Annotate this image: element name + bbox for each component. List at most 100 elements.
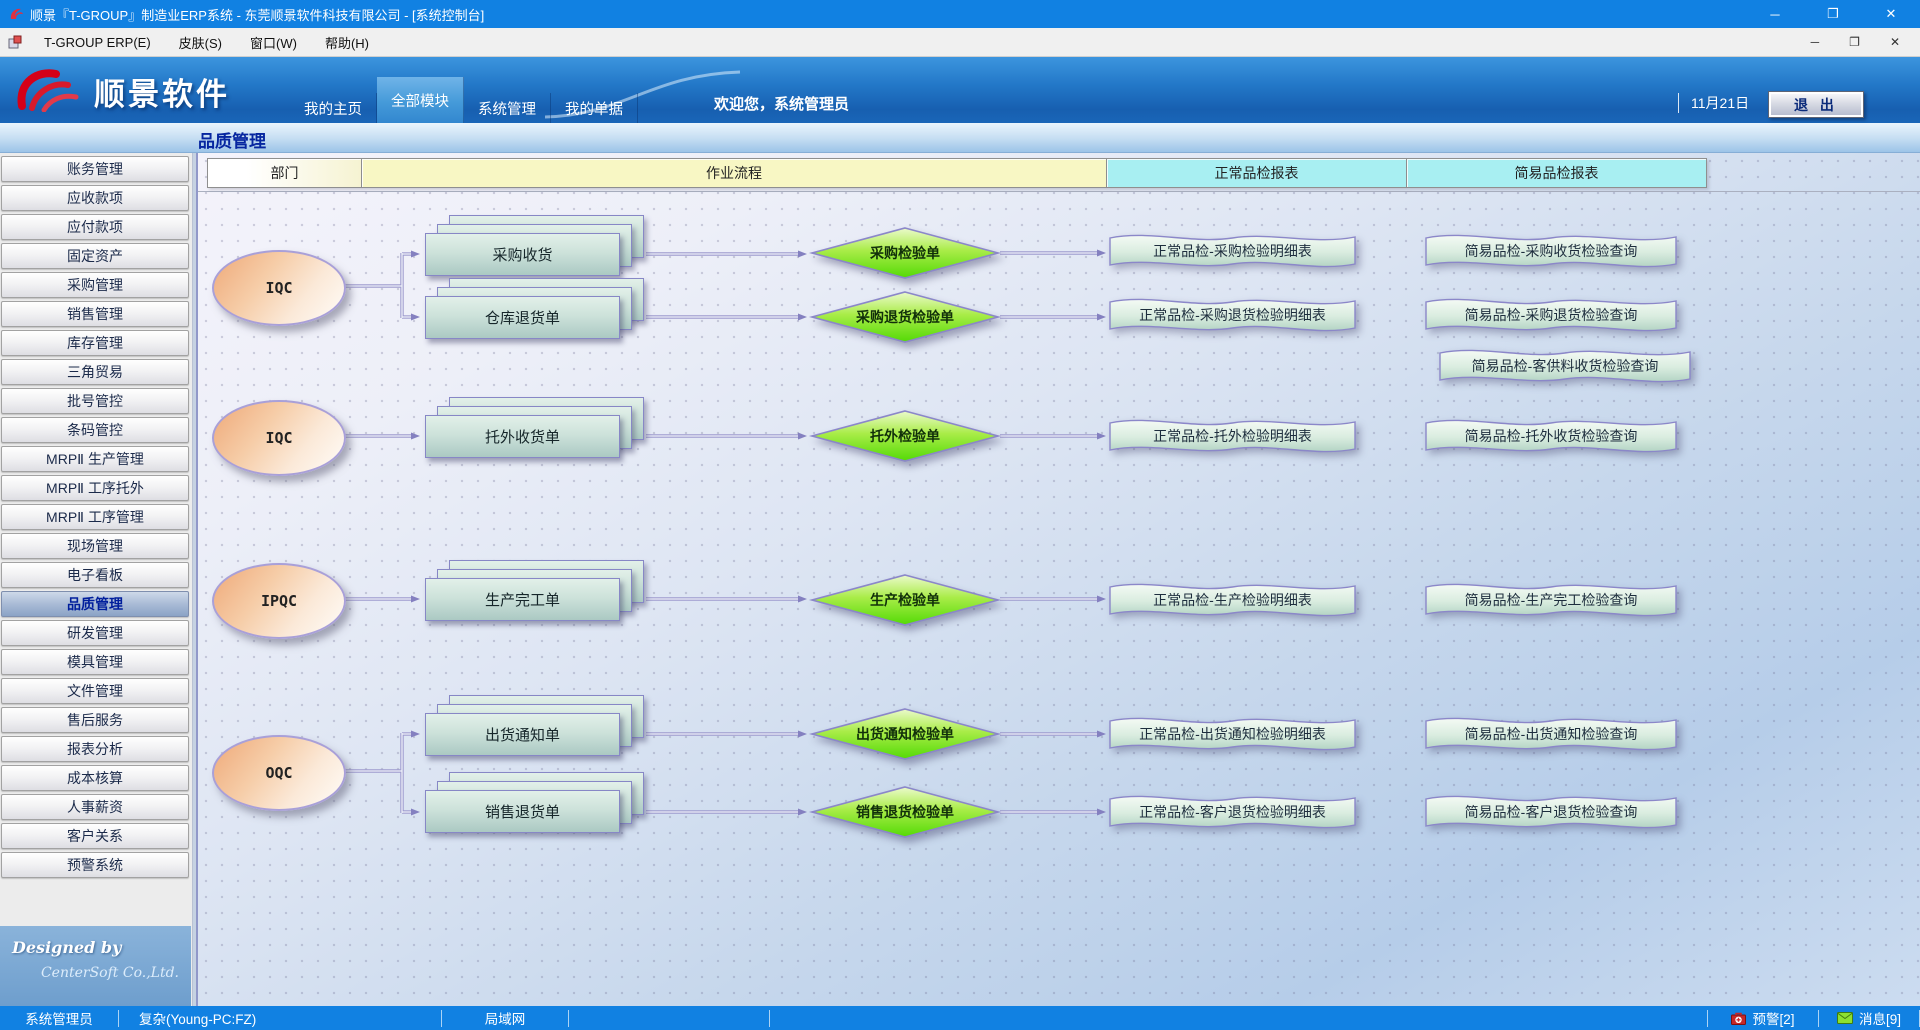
sidebar-item[interactable]: 电子看板	[1, 562, 189, 588]
sidebar-item[interactable]: 固定资产	[1, 243, 189, 269]
flow-check-diamond[interactable]: 出货通知检验单	[810, 708, 1000, 760]
sidebar-list: 账务管理应收款项应付款项固定资产采购管理销售管理库存管理三角贸易批号管控条码管控…	[1, 156, 189, 881]
board-col-workflow: 作业流程	[362, 158, 1107, 188]
page-title: 品质管理	[198, 127, 266, 152]
sidebar-item[interactable]: MRPⅡ 生产管理	[1, 446, 189, 472]
sidebar-item[interactable]: MRPⅡ 工序管理	[1, 504, 189, 530]
sidebar-item[interactable]: MRPⅡ 工序托外	[1, 475, 189, 501]
flow-check-diamond[interactable]: 销售退货检验单	[810, 786, 1000, 838]
flow-process-box[interactable]: 出货通知单	[425, 713, 620, 756]
statusbar: 系统管理员 复杂(Young-PC:FZ) 局域网 预警[2] 消息[9]	[0, 1006, 1920, 1030]
menubar-item[interactable]: T-GROUP ERP(E)	[30, 28, 165, 56]
flow-process-box[interactable]: 生产完工单	[425, 578, 620, 621]
board-col-department: 部门	[207, 158, 362, 188]
status-user: 系统管理员	[0, 1010, 119, 1027]
sidebar-item[interactable]: 应收款项	[1, 185, 189, 211]
flow-check-diamond[interactable]: 采购退货检验单	[810, 291, 1000, 343]
menu-items: T-GROUP ERP(E)皮肤(S)窗口(W)帮助(H)	[30, 28, 383, 56]
mdi-controls	[1811, 35, 1900, 49]
menubar-item[interactable]: 皮肤(S)	[165, 28, 236, 56]
mdi-minimize-icon[interactable]	[1811, 35, 1820, 49]
sidebar-item[interactable]: 人事薪资	[1, 794, 189, 820]
sidebar-item[interactable]: 库存管理	[1, 330, 189, 356]
sidebar-item[interactable]: 文件管理	[1, 678, 189, 704]
minimize-icon	[1770, 7, 1779, 22]
dept-ellipse: IPQC	[212, 563, 346, 639]
dept-ellipse: OQC	[212, 735, 346, 811]
flow-normal-report[interactable]: 正常品检-采购退货检验明细表	[1110, 294, 1355, 336]
sidebar-item[interactable]: 条码管控	[1, 417, 189, 443]
window-title: 顺景『T-GROUP』制造业ERP系统 - 东莞顺景软件科技有限公司 - [系统…	[30, 5, 484, 24]
sidebar-item[interactable]: 研发管理	[1, 620, 189, 646]
module-sidebar: 账务管理应收款项应付款项固定资产采购管理销售管理库存管理三角贸易批号管控条码管控…	[0, 153, 193, 1006]
flow-simple-report[interactable]: 简易品检-出货通知检验查询	[1426, 713, 1676, 755]
designed-by-text: Designed by	[12, 938, 179, 957]
header: 顺景软件 我的主页全部模块系统管理我的单据 欢迎您，系统管理员 11月21日 退…	[0, 57, 1920, 123]
flow-check-diamond[interactable]: 生产检验单	[810, 574, 1000, 626]
sidebar-item[interactable]: 三角贸易	[1, 359, 189, 385]
sidebar-item[interactable]: 应付款项	[1, 214, 189, 240]
flow-simple-report[interactable]: 简易品检-采购退货检验查询	[1426, 294, 1676, 336]
exit-button[interactable]: 退 出	[1768, 91, 1864, 118]
flow-check-diamond[interactable]: 托外检验单	[810, 410, 1000, 462]
board-col-simple-report: 简易品检报表	[1407, 158, 1707, 188]
sidebar-item[interactable]: 品质管理	[1, 591, 189, 617]
header-tab[interactable]: 我的单据	[551, 93, 638, 123]
restore-icon	[1827, 6, 1839, 22]
flow-simple-report[interactable]: 简易品检-生产完工检验查询	[1426, 579, 1676, 621]
mdi-restore-icon[interactable]	[1849, 35, 1860, 49]
flow-simple-report[interactable]: 简易品检-客供料收货检验查询	[1440, 345, 1690, 387]
flow-check-diamond[interactable]: 采购检验单	[810, 227, 1000, 279]
sidebar-item[interactable]: 现场管理	[1, 533, 189, 559]
flow-simple-report[interactable]: 简易品检-采购收货检验查询	[1426, 230, 1676, 272]
flow-process-box[interactable]: 销售退货单	[425, 790, 620, 833]
sidebar-item[interactable]: 账务管理	[1, 156, 189, 182]
sidebar-item[interactable]: 模具管理	[1, 649, 189, 675]
header-tab[interactable]: 全部模块	[377, 77, 464, 123]
flow-process-box[interactable]: 采购收货	[425, 233, 620, 276]
dept-ellipse: IQC	[212, 250, 346, 326]
sidebar-item[interactable]: 采购管理	[1, 272, 189, 298]
flow-simple-report[interactable]: 简易品检-托外收货检验查询	[1426, 415, 1676, 457]
flow-normal-report[interactable]: 正常品检-生产检验明细表	[1110, 579, 1355, 621]
quality-flowchart-canvas: 部门 作业流程 正常品检报表 简易品检报表 IQC 采购收货 仓	[196, 153, 1920, 1006]
message-envelope-icon	[1837, 1012, 1853, 1024]
board-divider	[198, 191, 1920, 192]
mdi-close-icon[interactable]	[1890, 35, 1900, 49]
header-tab[interactable]: 系统管理	[464, 93, 551, 123]
status-message[interactable]: 消息[9]	[1819, 1010, 1920, 1027]
window-close-button[interactable]	[1862, 0, 1920, 28]
flow-normal-report[interactable]: 正常品检-托外检验明细表	[1110, 415, 1355, 457]
flow-normal-report[interactable]: 正常品检-客户退货检验明细表	[1110, 791, 1355, 833]
status-alert[interactable]: 预警[2]	[1707, 1010, 1819, 1027]
status-empty	[569, 1010, 770, 1027]
current-date: 11月21日	[1678, 93, 1749, 113]
dept-ellipse: IQC	[212, 400, 346, 476]
header-tab[interactable]: 我的主页	[290, 93, 377, 123]
sidebar-item[interactable]: 报表分析	[1, 736, 189, 762]
alert-toolbox-icon	[1731, 1012, 1746, 1025]
sidebar-item[interactable]: 成本核算	[1, 765, 189, 791]
sidebar-item[interactable]: 销售管理	[1, 301, 189, 327]
sidebar-item[interactable]: 客户关系	[1, 823, 189, 849]
menubar-item[interactable]: 帮助(H)	[311, 28, 383, 56]
flow-process-box[interactable]: 仓库退货单	[425, 296, 620, 339]
close-icon	[1886, 6, 1897, 22]
flow-normal-report[interactable]: 正常品检-出货通知检验明细表	[1110, 713, 1355, 755]
sidebar-item[interactable]: 售后服务	[1, 707, 189, 733]
board-col-normal-report: 正常品检报表	[1107, 158, 1407, 188]
sidebar-item[interactable]: 批号管控	[1, 388, 189, 414]
flow-normal-report[interactable]: 正常品检-采购检验明细表	[1110, 230, 1355, 272]
menubar: T-GROUP ERP(E)皮肤(S)窗口(W)帮助(H)	[0, 28, 1920, 57]
designed-by-panel: Designed by CenterSoft Co.,Ltd.	[0, 926, 191, 1006]
window-restore-button[interactable]	[1804, 0, 1862, 28]
subheader: 品质管理	[0, 123, 1920, 153]
status-network: 局域网	[442, 1010, 569, 1027]
flow-process-box[interactable]: 托外收货单	[425, 415, 620, 458]
menubar-item[interactable]: 窗口(W)	[236, 28, 311, 56]
flow-simple-report[interactable]: 简易品检-客户退货检验查询	[1426, 791, 1676, 833]
board-header-row: 部门 作业流程 正常品检报表 简易品检报表	[207, 158, 1707, 188]
company-text: CenterSoft Co.,Ltd.	[12, 965, 179, 981]
window-minimize-button[interactable]	[1746, 0, 1804, 28]
sidebar-item[interactable]: 预警系统	[1, 852, 189, 878]
